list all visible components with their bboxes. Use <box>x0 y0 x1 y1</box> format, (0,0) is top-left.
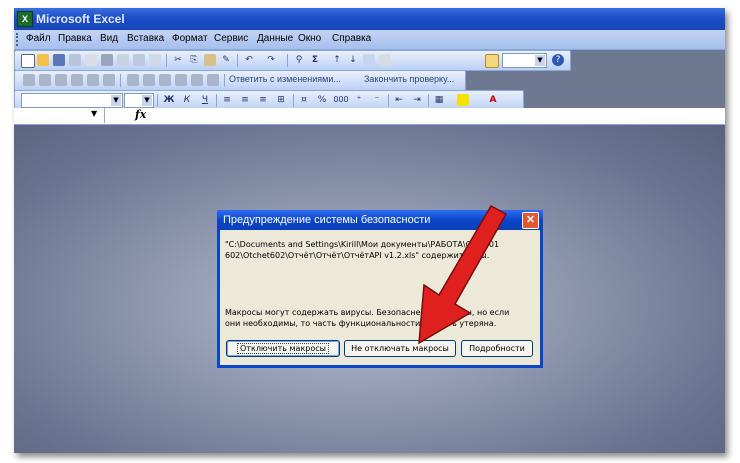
arrow-shape <box>418 204 508 345</box>
red-arrow-annotation <box>418 204 508 345</box>
excel-window: X Microsoft Excel Файл Правка Вид Вставк… <box>14 8 725 453</box>
